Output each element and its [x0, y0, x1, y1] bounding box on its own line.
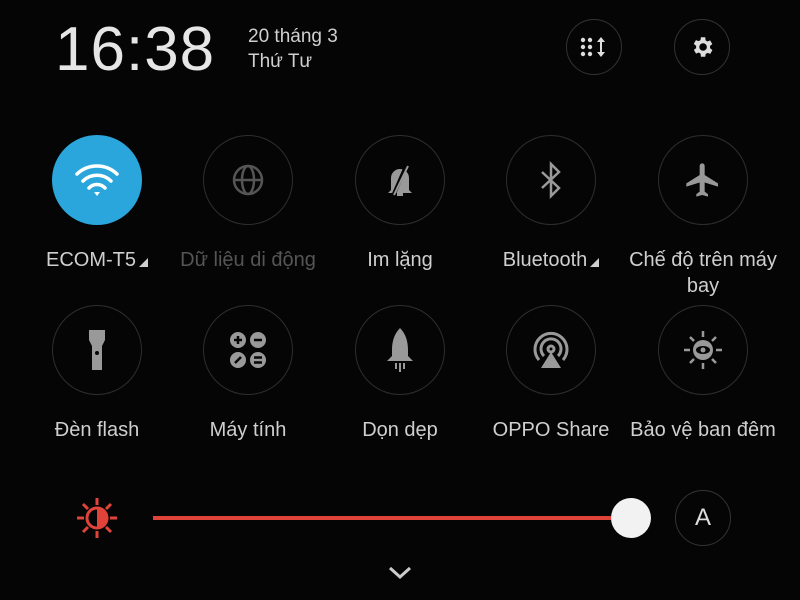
cleanup-button[interactable] — [355, 305, 445, 395]
airplane-icon — [686, 163, 718, 197]
chevron-down-icon[interactable] — [388, 566, 412, 580]
calculator-button[interactable] — [203, 305, 293, 395]
tile-label: Máy tính — [209, 419, 287, 441]
tile-silent[interactable]: Im lặng — [325, 135, 475, 273]
tile-oppo-share[interactable]: OPPO Share — [476, 305, 626, 443]
edit-tiles-button[interactable] — [566, 19, 622, 75]
tile-label: ECOM-T5 — [46, 249, 136, 271]
date-text: 20 tháng 3 — [248, 26, 338, 47]
tile-label: Chế độ trên máy bay — [629, 249, 777, 297]
tile-label: Im lặng — [367, 249, 433, 271]
bluetooth-icon — [541, 161, 561, 199]
grid-sort-icon — [580, 37, 605, 57]
gear-icon — [693, 37, 713, 57]
tile-label: Dữ liệu di động — [180, 249, 316, 271]
date-block: 20 tháng 3 Thứ Tư — [248, 24, 338, 74]
flashlight-toggle[interactable] — [52, 305, 142, 395]
tile-bluetooth[interactable]: Bluetooth — [476, 135, 626, 273]
wifi-toggle[interactable] — [52, 135, 142, 225]
night-shield-toggle[interactable] — [658, 305, 748, 395]
bell-off-icon — [388, 163, 412, 197]
expand-corner-icon — [139, 258, 148, 267]
silent-toggle[interactable] — [355, 135, 445, 225]
tile-flashlight[interactable]: Đèn flash — [22, 305, 172, 443]
tile-label: OPPO Share — [492, 419, 610, 441]
share-signal-icon — [533, 331, 569, 368]
tile-calculator[interactable]: Máy tính — [173, 305, 323, 443]
brightness-slider-track[interactable] — [153, 516, 631, 520]
airplane-toggle[interactable] — [658, 135, 748, 225]
settings-button[interactable] — [674, 19, 730, 75]
tile-cleanup[interactable]: Dọn dẹp — [325, 305, 475, 443]
tile-airplane[interactable]: Chế độ trên máy bay — [628, 135, 778, 299]
eye-sun-icon — [684, 331, 722, 369]
brightness-slider-thumb[interactable] — [611, 498, 651, 538]
tile-mobile-data[interactable]: Dữ liệu di động — [173, 135, 323, 273]
flashlight-icon — [89, 330, 105, 370]
rocket-icon — [387, 328, 413, 372]
clock: 16:38 — [55, 15, 216, 84]
tile-label: Đèn flash — [54, 419, 140, 441]
calculator-icon — [230, 332, 266, 368]
bluetooth-toggle[interactable] — [506, 135, 596, 225]
tile-night-shield[interactable]: Bảo vệ ban đêm — [628, 305, 778, 443]
weekday-text: Thứ Tư — [248, 51, 313, 72]
globe-icon — [232, 164, 264, 196]
expand-corner-icon — [590, 258, 600, 267]
oppo-share-toggle[interactable] — [506, 305, 596, 395]
auto-brightness-button[interactable]: A — [675, 490, 731, 546]
wifi-icon — [75, 164, 119, 196]
tile-label: Dọn dẹp — [362, 419, 438, 441]
mobile-data-toggle[interactable] — [203, 135, 293, 225]
tile-label: Bluetooth — [502, 249, 588, 271]
tile-label: Bảo vệ ban đêm — [630, 419, 776, 441]
brightness-icon — [77, 498, 117, 538]
tile-wifi[interactable]: ECOM-T5 — [22, 135, 172, 273]
